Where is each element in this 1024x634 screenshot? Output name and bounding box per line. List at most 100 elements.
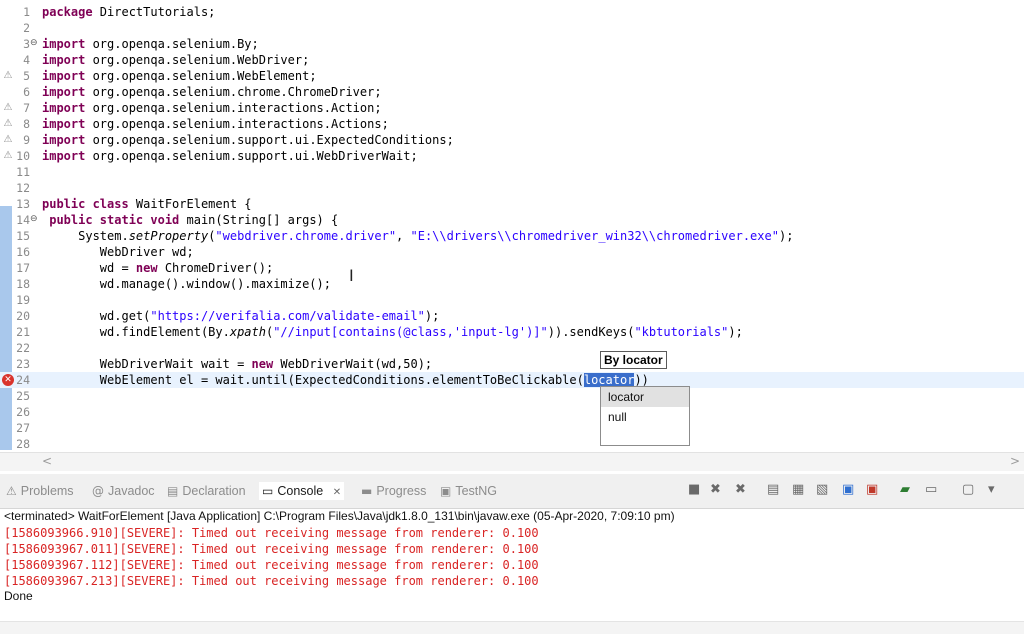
code-line[interactable]: 21 wd.findElement(By.xpath("//input[cont… — [0, 324, 1024, 340]
code-line[interactable]: 25 — [0, 388, 1024, 404]
code-line[interactable]: 18 wd.manage().window().maximize(); — [0, 276, 1024, 292]
code-text[interactable]: WebElement el = wait.until(ExpectedCondi… — [42, 372, 649, 388]
code-line[interactable]: 23 WebDriverWait wait = new WebDriverWai… — [0, 356, 1024, 372]
tab-testng[interactable]: ▣ TestNG — [440, 482, 497, 500]
display-console-icon[interactable]: ▭ — [925, 482, 937, 498]
code-line[interactable]: 12 — [0, 180, 1024, 196]
tab-label: Problems — [20, 484, 74, 498]
view-menu-icon[interactable]: ▾ — [988, 482, 995, 498]
code-line[interactable]: 27 — [0, 420, 1024, 436]
text-cursor-icon: I — [349, 266, 354, 285]
close-icon[interactable]: ✕ — [333, 487, 341, 498]
code-line[interactable]: 6 import org.openqa.selenium.chrome.Chrom… — [0, 84, 1024, 100]
line-number: 22 — [16, 341, 30, 355]
code-line[interactable]: ✕ 24 WebElement el = wait.until(ExpectedC… — [0, 372, 1024, 388]
code-text[interactable]: wd.manage().window().maximize(); — [42, 276, 331, 292]
bottom-views-panel: ⚠ Problems @ Javadoc ▤ Declaration ▭ Console… — [0, 474, 1024, 634]
progress-icon: ▬ — [361, 484, 373, 498]
code-line[interactable]: ⚠ 10 import org.openqa.selenium.support.ui… — [0, 148, 1024, 164]
code-line[interactable]: ⚠ 8 import org.openqa.selenium.interaction… — [0, 116, 1024, 132]
line-number: 26 — [16, 405, 30, 419]
code-line[interactable]: 19 — [0, 292, 1024, 308]
code-line[interactable]: ⚠ 5 import org.openqa.selenium.WebElement; — [0, 68, 1024, 84]
code-line[interactable]: 15 System.setProperty("webdriver.chrome.… — [0, 228, 1024, 244]
warning-marker-icon[interactable]: ⚠ — [2, 70, 14, 82]
line-number: 7 — [23, 101, 30, 115]
terminate-icon[interactable]: ■ — [688, 482, 700, 498]
code-text[interactable]: wd.get("https://verifalia.com/validate-e… — [42, 308, 440, 324]
code-text[interactable]: WebDriverWait wait = new WebDriverWait(w… — [42, 356, 432, 372]
code-line[interactable]: 4 import org.openqa.selenium.WebDriver; — [0, 52, 1024, 68]
warning-marker-icon[interactable]: ⚠ — [2, 102, 14, 114]
tab-javadoc[interactable]: @ Javadoc — [92, 482, 155, 500]
code-text[interactable]: import org.openqa.selenium.WebDriver; — [42, 52, 309, 68]
tab-progress[interactable]: ▬ Progress — [361, 482, 426, 500]
code-text[interactable]: import org.openqa.selenium.chrome.Chrome… — [42, 84, 382, 100]
code-line[interactable]: 11 — [0, 164, 1024, 180]
show-stderr-icon[interactable]: ▣ — [866, 482, 878, 498]
code-line[interactable]: 2 — [0, 20, 1024, 36]
line-number: 8 — [23, 117, 30, 131]
code-line[interactable]: 22 — [0, 340, 1024, 356]
code-line[interactable]: 13 public class WaitForElement { — [0, 196, 1024, 212]
remove-launch-icon[interactable]: ✖ — [710, 482, 721, 498]
word-wrap-icon[interactable]: ▧ — [816, 482, 828, 498]
code-text[interactable]: WebDriver wd; — [42, 244, 194, 260]
code-line[interactable]: 20 wd.get("https://verifalia.com/validat… — [0, 308, 1024, 324]
code-line[interactable]: ⚠ 9 import org.openqa.selenium.support.ui.… — [0, 132, 1024, 148]
editor-horizontal-scrollbar[interactable]: < > — [0, 452, 1024, 471]
code-text[interactable]: package DirectTutorials; — [42, 4, 215, 20]
code-text[interactable]: import org.openqa.selenium.WebElement; — [42, 68, 317, 84]
code-line[interactable]: 14 ⊖ public static void main(String[] arg… — [0, 212, 1024, 228]
pin-console-icon[interactable]: ▰ — [900, 482, 910, 498]
code-text[interactable]: public class WaitForElement { — [42, 196, 252, 212]
code-text[interactable]: System.setProperty("webdriver.chrome.dri… — [42, 228, 793, 244]
code-text[interactable]: import org.openqa.selenium.interactions.… — [42, 100, 382, 116]
scroll-right-icon[interactable]: > — [1010, 454, 1020, 468]
code-line[interactable]: 17 wd = new ChromeDriver(); — [0, 260, 1024, 276]
fold-toggle-icon[interactable]: ⊖ — [30, 38, 39, 48]
tab-label: TestNG — [455, 484, 498, 498]
content-assist-popup[interactable]: locator null — [600, 386, 690, 446]
line-number: 1 — [23, 5, 30, 19]
open-console-icon[interactable]: ▢ — [962, 482, 974, 498]
code-editor[interactable]: 1 package DirectTutorials; 2 3 ⊖ import org.o… — [0, 0, 1024, 452]
code-text[interactable]: import org.openqa.selenium.interactions.… — [42, 116, 389, 132]
line-number: 11 — [16, 165, 30, 179]
code-text[interactable]: wd = new ChromeDriver(); — [42, 260, 273, 276]
tab-console[interactable]: ▭ Console ✕ — [259, 482, 345, 500]
code-line[interactable]: 26 — [0, 404, 1024, 420]
code-text[interactable]: import org.openqa.selenium.support.ui.Ex… — [42, 132, 454, 148]
clear-console-icon[interactable]: ▤ — [767, 482, 779, 498]
testng-icon: ▣ — [440, 484, 452, 498]
code-line[interactable]: 16 WebDriver wd; — [0, 244, 1024, 260]
assist-item-locator[interactable]: locator — [601, 387, 689, 407]
code-line[interactable]: 1 package DirectTutorials; — [0, 4, 1024, 20]
code-text[interactable]: import org.openqa.selenium.By; — [42, 36, 259, 52]
warning-marker-icon[interactable]: ⚠ — [2, 150, 14, 162]
scroll-lock-icon[interactable]: ▦ — [792, 482, 804, 498]
console-horizontal-scrollbar[interactable] — [0, 621, 1024, 634]
code-line[interactable]: 3 ⊖ import org.openqa.selenium.By; — [0, 36, 1024, 52]
code-text[interactable]: import org.openqa.selenium.support.ui.We… — [42, 148, 418, 164]
tab-declaration[interactable]: ▤ Declaration — [167, 482, 246, 500]
assist-item-null[interactable]: null — [601, 407, 689, 427]
show-stdout-icon[interactable]: ▣ — [842, 482, 854, 498]
fold-toggle-icon[interactable]: ⊖ — [30, 214, 39, 224]
tab-problems[interactable]: ⚠ Problems — [6, 482, 74, 500]
code-text[interactable]: wd.findElement(By.xpath("//input[contain… — [42, 324, 743, 340]
warning-marker-icon[interactable]: ⚠ — [2, 118, 14, 130]
code-line[interactable]: ⚠ 7 import org.openqa.selenium.interaction… — [0, 100, 1024, 116]
line-number: 18 — [16, 277, 30, 291]
error-marker-icon[interactable]: ✕ — [2, 374, 14, 386]
code-line[interactable]: 28 — [0, 436, 1024, 452]
line-number: 12 — [16, 181, 30, 195]
scroll-left-icon[interactable]: < — [42, 454, 52, 468]
remove-all-terminated-icon[interactable]: ✖ — [735, 482, 746, 498]
tab-label: Declaration — [182, 484, 246, 498]
line-number: 2 — [23, 21, 30, 35]
console-line: [1586093967.213][SEVERE]: Timed out rece… — [4, 574, 539, 588]
console-line: [1586093967.011][SEVERE]: Timed out rece… — [4, 542, 539, 556]
warning-marker-icon[interactable]: ⚠ — [2, 134, 14, 146]
code-text[interactable]: public static void main(String[] args) { — [42, 212, 338, 228]
